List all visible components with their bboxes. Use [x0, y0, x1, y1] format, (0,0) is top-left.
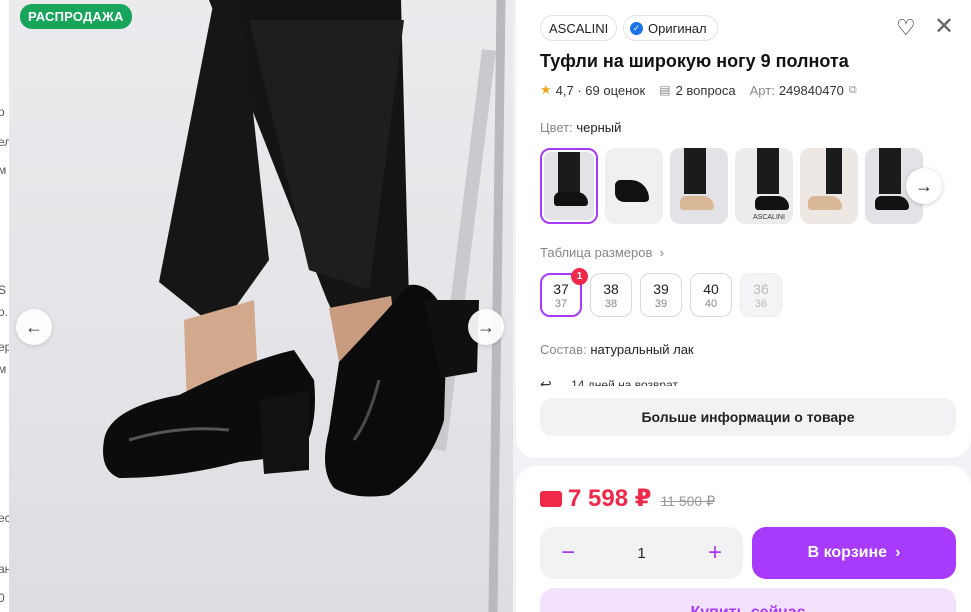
arrow-left-icon: ←: [25, 316, 43, 337]
size-ru: 37: [553, 280, 569, 297]
color-value: черный: [576, 120, 622, 135]
fragment-text: S: [0, 283, 6, 297]
chevron-right-icon: ›: [656, 245, 664, 260]
product-quick-view: о ел м S о. ер м ес ан 0: [0, 0, 971, 612]
star-icon: ★: [540, 82, 552, 97]
buy-now-button[interactable]: Купить сейчас: [540, 588, 956, 612]
article-number: 249840470: [778, 82, 844, 98]
thumb-logo-text: ASCALINI: [753, 214, 785, 221]
thumbnails-next-button[interactable]: →: [906, 168, 942, 204]
return-policy-row: ↩ 14 дней на возврат: [540, 376, 840, 386]
size-eu: 37: [554, 297, 568, 310]
article-label: Арт:: [749, 82, 775, 98]
size-selector: 37 37 1 38 38 39 39 40 40 36 36: [540, 268, 782, 317]
minus-icon[interactable]: −: [556, 539, 580, 567]
favorite-heart-icon[interactable]: ♡: [896, 15, 916, 41]
fragment-text: м: [0, 163, 6, 177]
color-selector-label: Цвет: черный: [540, 120, 621, 135]
wallet-icon: [540, 491, 562, 507]
size-eu: 40: [704, 297, 718, 310]
composition-row: Состав: натуральный лак: [540, 342, 694, 357]
gallery-prev-button[interactable]: ←: [16, 309, 52, 345]
meta-separator: ·: [573, 82, 586, 98]
fragment-text: м: [0, 362, 6, 376]
quantity-value: 1: [637, 544, 646, 562]
product-photo: [103, 0, 506, 612]
sale-badge: РАСПРОДАЖА: [20, 4, 132, 29]
left-heel: [259, 390, 309, 474]
fragment-text: о: [0, 105, 5, 119]
color-variant-thumb[interactable]: ASCALINI: [735, 148, 793, 224]
size-option[interactable]: 39 39: [640, 273, 682, 317]
brand-link[interactable]: ASCALINI: [540, 15, 618, 41]
size-option[interactable]: 37 37 1: [540, 268, 588, 317]
verified-check-icon: ✓: [630, 21, 643, 35]
color-variant-thumb[interactable]: [540, 148, 598, 224]
composition-label: Состав:: [540, 342, 587, 357]
return-text: 14 дней на возврат: [571, 378, 678, 386]
plus-icon[interactable]: +: [703, 539, 727, 567]
size-option[interactable]: 38 38: [590, 273, 632, 317]
price-row: 7 598 ₽ 11 500 ₽: [540, 484, 715, 513]
rating-value[interactable]: 4,7: [556, 83, 574, 98]
in-cart-count-badge: 1: [571, 268, 588, 285]
size-table-link[interactable]: Таблица размеров ›: [540, 245, 664, 260]
copy-icon[interactable]: ⧉: [849, 84, 857, 97]
chair-leg: [488, 0, 506, 612]
color-variant-thumb[interactable]: [670, 148, 728, 224]
question-bubble-icon: ▤: [659, 83, 671, 97]
close-icon[interactable]: ✕: [934, 12, 954, 41]
original-label: Оригинал: [648, 20, 707, 36]
in-cart-button[interactable]: В корзине ›: [752, 527, 956, 579]
arrow-right-icon: →: [915, 175, 933, 196]
color-variant-thumb[interactable]: [605, 148, 663, 224]
size-eu: 38: [604, 297, 618, 310]
chair-leg: [432, 49, 496, 451]
arrow-right-icon: →: [477, 316, 495, 337]
size-eu: 36: [754, 297, 768, 310]
reviews-count[interactable]: 69 оценок: [585, 83, 645, 98]
color-label: Цвет:: [540, 120, 573, 135]
chevron-right-icon: ›: [895, 544, 901, 561]
fragment-text: о.: [0, 305, 9, 319]
composition-value: натуральный лак: [590, 342, 694, 357]
size-ru: 38: [603, 280, 619, 297]
size-option-unavailable: 36 36: [740, 273, 782, 317]
purchase-card: 7 598 ₽ 11 500 ₽ − 1 + В корзине › Купит…: [516, 466, 971, 612]
questions-count[interactable]: 2 вопроса: [676, 83, 736, 98]
size-ru: 39: [653, 280, 669, 297]
size-option[interactable]: 40 40: [690, 273, 732, 317]
color-variant-thumb[interactable]: [800, 148, 858, 224]
old-price: 11 500 ₽: [660, 493, 716, 509]
gallery-next-button[interactable]: →: [468, 309, 504, 345]
cart-button-label: В корзине: [807, 544, 888, 561]
product-info-card: ASCALINI ✓ Оригинал ♡ ✕ Туфли на широкую…: [516, 0, 971, 458]
product-title: Туфли на широкую ногу 9 полнота: [540, 51, 849, 71]
return-arrow-icon: ↩: [540, 376, 552, 386]
product-meta-row: ★ 4,7 · 69 оценок ▤ 2 вопроса Арт: 24984…: [540, 82, 857, 98]
current-price: 7 598 ₽: [568, 485, 652, 512]
quantity-stepper: − 1 +: [540, 527, 743, 579]
color-variant-thumbnails: ASCALINI: [540, 148, 923, 224]
size-eu: 39: [654, 297, 668, 310]
product-photo-gallery[interactable]: РАСПРОДАЖА ← →: [9, 0, 513, 612]
fragment-text: 0: [0, 591, 5, 605]
original-badge[interactable]: ✓ Оригинал: [623, 15, 718, 41]
size-ru: 40: [703, 280, 719, 297]
size-ru: 36: [753, 280, 769, 297]
more-info-button[interactable]: Больше информации о товаре: [540, 398, 956, 436]
size-table-label: Таблица размеров: [540, 245, 653, 260]
